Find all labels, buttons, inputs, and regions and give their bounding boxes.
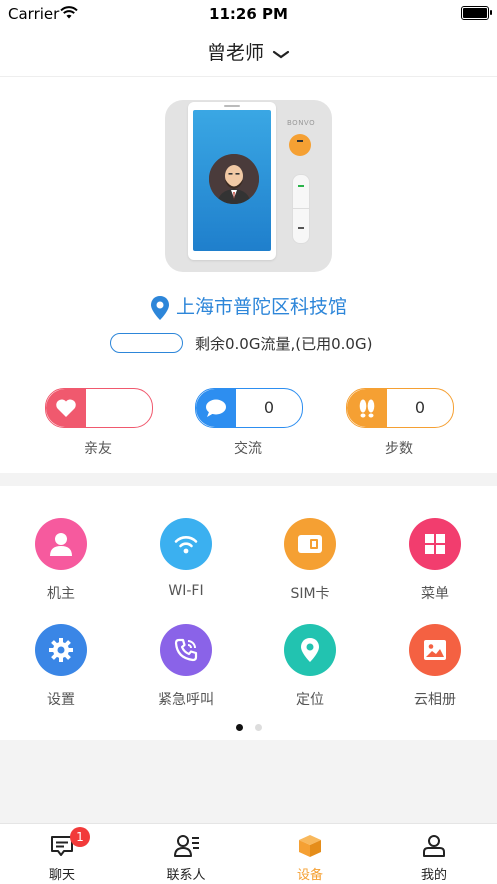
menu-item-cloud-album[interactable]: 云相册 bbox=[385, 624, 485, 709]
menu-item-settings[interactable]: 设置 bbox=[11, 624, 111, 709]
menu-item-menu[interactable]: 菜单 bbox=[385, 518, 485, 603]
battery-icon bbox=[461, 6, 492, 20]
page-title: 曾老师 bbox=[206, 42, 264, 64]
menu-item-label: 紧急呼叫 bbox=[158, 692, 214, 708]
stat-label: 交流 bbox=[234, 441, 262, 457]
chevron-down-icon bbox=[272, 43, 290, 65]
stat-value: 0 bbox=[414, 398, 426, 417]
stat-steps[interactable]: 0 bbox=[346, 388, 454, 428]
wifi-icon bbox=[160, 518, 212, 570]
avatar bbox=[209, 154, 259, 204]
menu-item-wifi[interactable]: WI-FI bbox=[136, 518, 236, 599]
unread-badge: 1 bbox=[70, 827, 90, 847]
status-bar: Carrier 11:26 PM bbox=[0, 0, 497, 26]
stat-value: 0 bbox=[263, 398, 275, 417]
page-dot bbox=[254, 724, 262, 731]
tab-label: 我的 bbox=[420, 868, 447, 883]
footprints-icon bbox=[347, 389, 387, 427]
tab-label: 联系人 bbox=[166, 868, 206, 883]
menu-item-label: 云相册 bbox=[414, 692, 456, 708]
menu-item-label: 设置 bbox=[47, 692, 75, 708]
picture-icon bbox=[409, 624, 461, 676]
tab-bar: 1 聊天 联系人 设备 我的 bbox=[0, 823, 497, 884]
location-text: 上海市普陀区科技馆 bbox=[175, 296, 347, 318]
device-screen bbox=[193, 110, 271, 251]
sim-card-icon bbox=[284, 518, 336, 570]
grid-menu-icon bbox=[409, 518, 461, 570]
stat-label: 步数 bbox=[385, 441, 413, 457]
tab-profile[interactable]: 我的 bbox=[372, 824, 496, 884]
phone-call-icon bbox=[160, 624, 212, 676]
chat-bubble-icon bbox=[196, 389, 236, 427]
menu-item-label: SIM卡 bbox=[290, 586, 330, 602]
tab-contacts[interactable]: 联系人 bbox=[124, 824, 248, 884]
stat-messages[interactable]: 0 bbox=[195, 388, 303, 428]
heart-icon bbox=[46, 389, 86, 427]
menu-item-label: 机主 bbox=[47, 586, 75, 602]
gear-icon bbox=[35, 624, 87, 676]
clock: 11:26 PM bbox=[209, 5, 288, 23]
menu-item-emergency-call[interactable]: 紧急呼叫 bbox=[136, 624, 236, 709]
menu-item-sim[interactable]: SIM卡 bbox=[260, 518, 360, 603]
stat-label: 亲友 bbox=[84, 441, 112, 457]
person-icon bbox=[35, 518, 87, 570]
menu-item-label: 菜单 bbox=[421, 586, 449, 602]
device-phone bbox=[188, 102, 276, 260]
page-dot-active bbox=[235, 724, 243, 731]
menu-item-label: 定位 bbox=[296, 692, 324, 708]
location-pin-icon bbox=[150, 295, 176, 320]
stat-relatives[interactable] bbox=[45, 388, 153, 428]
device-button bbox=[289, 134, 311, 156]
profile-icon bbox=[422, 834, 446, 862]
contacts-icon bbox=[174, 834, 200, 862]
menu-item-label: WI-FI bbox=[168, 583, 204, 599]
device-card: BONVO 上海市普陀区科技馆 剩余0.0G流量,(已用0.0G) 亲友 0 交… bbox=[0, 77, 497, 473]
tab-chat[interactable]: 1 聊天 bbox=[0, 824, 124, 884]
device-volume-rocker bbox=[292, 174, 310, 244]
contact-selector[interactable]: 曾老师 bbox=[0, 38, 497, 65]
device-brand: BONVO bbox=[287, 119, 316, 127]
tab-label: 聊天 bbox=[48, 868, 75, 883]
device-box-icon bbox=[298, 834, 322, 862]
data-usage-text: 剩余0.0G流量,(已用0.0G) bbox=[195, 335, 373, 353]
tab-device[interactable]: 设备 bbox=[248, 824, 372, 884]
location-row[interactable]: 上海市普陀区科技馆 bbox=[0, 292, 497, 321]
nav-header: 曾老师 bbox=[0, 26, 497, 77]
stat-value bbox=[86, 389, 152, 427]
device-image: BONVO bbox=[165, 100, 332, 272]
menu-item-owner[interactable]: 机主 bbox=[11, 518, 111, 603]
function-grid: 机主 WI-FI SIM卡 菜单 设置 紧急呼叫 定位 云相册 bbox=[0, 486, 497, 740]
menu-item-location[interactable]: 定位 bbox=[260, 624, 360, 709]
location-pin-icon bbox=[284, 624, 336, 676]
page-indicator[interactable] bbox=[0, 716, 497, 735]
tab-label: 设备 bbox=[296, 868, 323, 883]
data-usage-bar bbox=[110, 333, 183, 353]
